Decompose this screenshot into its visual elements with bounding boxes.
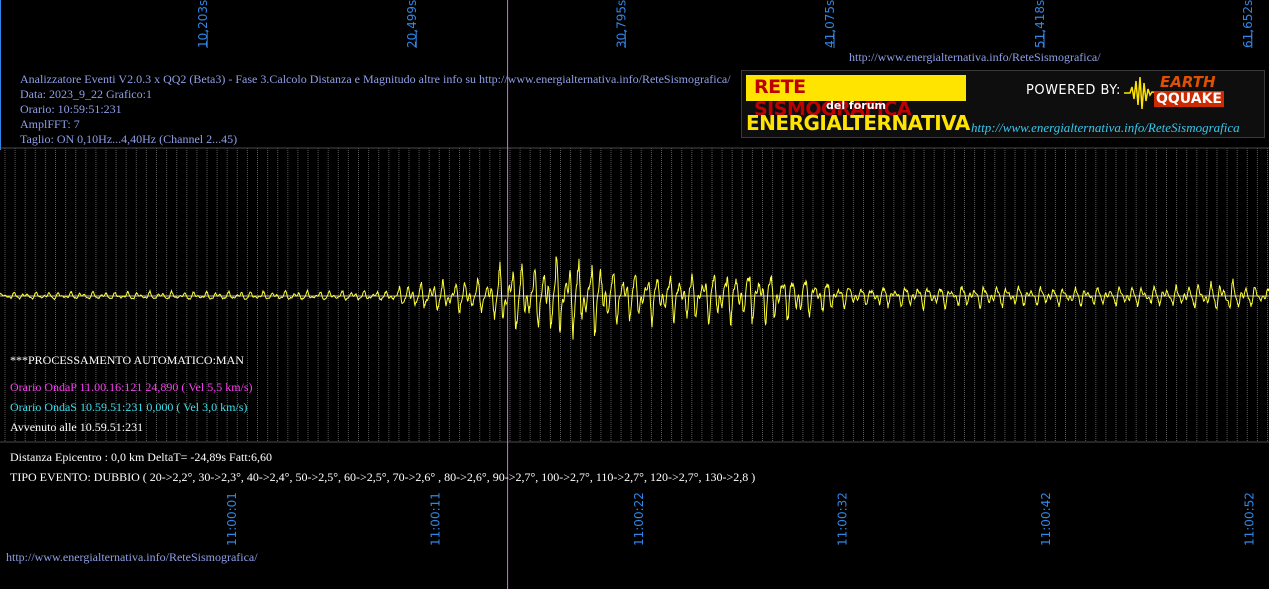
seismic-trace	[0, 256, 1269, 340]
processing-mode: ***PROCESSAMENTO AUTOMATICO:MAN	[10, 353, 244, 367]
bottom-axis-tick-label: 11:00:22	[632, 492, 646, 546]
onda-s-time: Orario OndaS 10.59.51:231 0,000 ( Vel 3,…	[10, 400, 248, 414]
bottom-axis-tick-label: 11:00:42	[1039, 492, 1053, 546]
top-axis-tick-label: 10,203s	[196, 0, 210, 48]
bottom-axis-tick-label: 11:00:52	[1243, 492, 1257, 546]
header-amplfft: AmplFFT: 7	[20, 117, 80, 131]
logo-url[interactable]: http://www.energialternativa.info/ReteSi…	[971, 120, 1240, 136]
logo-line3: ENERGIALTERNATIVA	[746, 111, 970, 135]
header-title: Analizzatore Eventi V2.0.3 x QQ2 (Beta3)…	[20, 72, 731, 86]
header-filter: Taglio: ON 0,10Hz...4,40Hz (Channel 2...…	[20, 132, 238, 146]
header-date: Data: 2023_9_22 Grafico:1	[20, 87, 152, 101]
header-time: Orario: 10:59:51:231	[20, 102, 122, 116]
bottom-axis-ticks: 11:00:01 11:00:11 11:00:22 11:00:32 11:00:42…	[225, 492, 1257, 546]
bottom-axis-tick-label: 11:00:11	[429, 492, 443, 546]
top-axis-tick-label: 51,418s	[1033, 0, 1047, 48]
top-axis-tick-label: 41,075s	[823, 0, 837, 48]
bottom-axis-tick-label: 11:00:32	[836, 492, 850, 546]
top-axis-ticks: 10,203s 20,499s 30,795s 41,075s 51,418s 61,65…	[196, 0, 1255, 48]
top-axis-tick-label: 61,652s	[1241, 0, 1255, 48]
onda-p-time: Orario OndaP 11.00.16:121 24,890 ( Vel 5…	[10, 380, 253, 394]
logo-quake: QQUAKE	[1154, 91, 1224, 107]
logo-earth: EARTH	[1160, 73, 1216, 91]
epicenter-distance: Distanza Epicentro : 0,0 km DeltaT= -24,…	[10, 450, 273, 464]
rete-sismografica-logo: RETE SISMOGRAFICA del forum ENERGIALTERN…	[741, 70, 1265, 138]
top-axis-tick-label: 30,795s	[614, 0, 628, 48]
separator-lines	[0, 147, 1269, 443]
top-axis-tick-label: 20,499s	[405, 0, 419, 48]
event-time: Avvenuto alle 10.59.51:231	[10, 420, 144, 434]
top-url[interactable]: http://www.energialternativa.info/ReteSi…	[849, 50, 1101, 65]
logo-powered: POWERED BY:	[1026, 83, 1121, 98]
bottom-url[interactable]: http://www.energialternativa.info/ReteSi…	[6, 550, 258, 565]
event-type: TIPO EVENTO: DUBBIO ( 20->2,2°, 30->2,3°…	[10, 470, 756, 484]
bottom-axis-tick-label: 11:00:01	[225, 492, 239, 546]
